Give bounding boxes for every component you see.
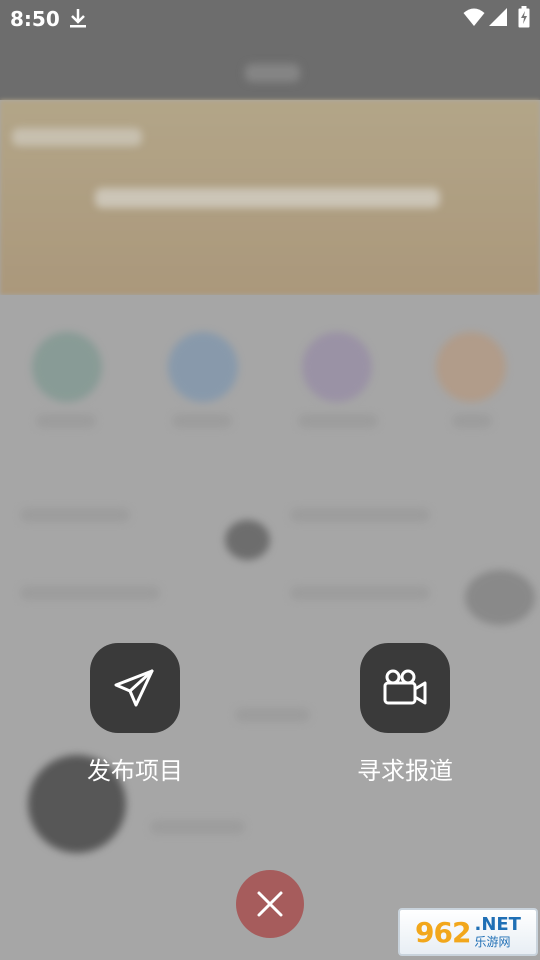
watermark-text: .NET 乐游网: [474, 914, 521, 949]
seek-coverage-action[interactable]: 寻求报道: [330, 643, 480, 793]
battery-icon: [518, 6, 530, 28]
seek-coverage-button[interactable]: [360, 643, 450, 733]
seek-coverage-label: 寻求报道: [357, 757, 453, 785]
watermark-logo: 962 .NET 乐游网: [398, 908, 538, 956]
watermark-number: 962: [415, 915, 471, 949]
watermark-cn: 乐游网: [474, 935, 511, 949]
watermark-net: .NET: [474, 914, 521, 935]
status-time: 8:50: [10, 7, 60, 31]
paper-plane-icon: [114, 669, 154, 707]
video-camera-icon: [383, 669, 427, 705]
publish-project-action[interactable]: 发布项目: [60, 643, 210, 793]
dim-overlay[interactable]: [0, 0, 540, 960]
close-icon: [257, 891, 283, 917]
wifi-icon: [463, 8, 485, 26]
download-icon: [70, 9, 86, 28]
close-button[interactable]: [236, 870, 304, 938]
publish-project-button[interactable]: [90, 643, 180, 733]
status-bar: 8:50: [0, 0, 540, 36]
signal-icon: [489, 8, 507, 26]
publish-project-label: 发布项目: [87, 757, 183, 785]
